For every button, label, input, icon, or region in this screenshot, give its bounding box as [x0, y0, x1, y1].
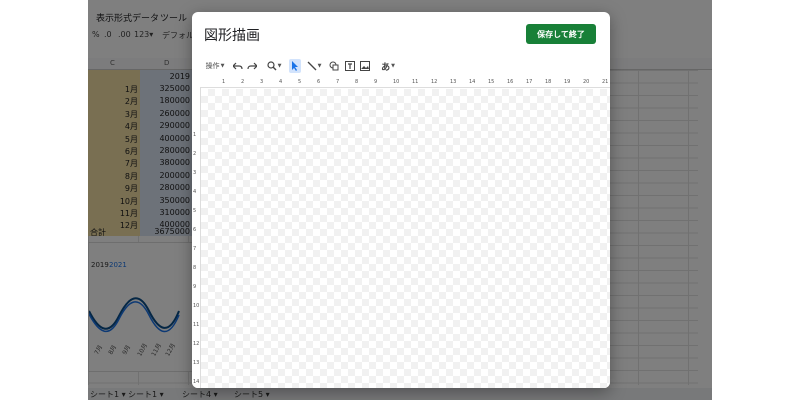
ruler-number: 13 — [450, 79, 457, 85]
shape-icon — [329, 61, 339, 71]
image-icon — [360, 61, 370, 71]
wordart-button[interactable]: あ ▼ — [378, 59, 398, 73]
ruler-number: 6 — [317, 79, 321, 85]
redo-button[interactable] — [246, 59, 258, 73]
screen: 表示形式 データ ツール % .0 .00 123▾ デフォルト C D 201… — [0, 0, 800, 400]
zoom-button[interactable]: ▼ — [266, 59, 282, 73]
ruler-number: 1 — [222, 79, 226, 85]
ruler-number: 12 — [431, 79, 438, 85]
ruler-number: 15 — [488, 79, 495, 85]
ruler-number: 3 — [193, 170, 197, 176]
drawing-toolbar: 操作 ▼ ▼ ▼ あ ▼ — [192, 57, 610, 75]
line-icon — [307, 61, 317, 71]
dialog-title: 図形描画 — [204, 28, 260, 44]
save-and-close-button[interactable]: 保存して終了 — [526, 24, 596, 44]
ruler-number: 7 — [193, 246, 197, 252]
vertical-ruler: 123456789101112131415 — [192, 88, 201, 388]
ruler-number: 14 — [469, 79, 476, 85]
ruler-number: 8 — [355, 79, 359, 85]
line-tool-button[interactable]: ▼ — [304, 59, 324, 73]
drawing-canvas[interactable] — [201, 89, 610, 388]
ruler-number: 10 — [393, 79, 400, 85]
ruler-number: 4 — [279, 79, 283, 85]
ruler-number: 4 — [193, 189, 197, 195]
select-tool-button[interactable] — [289, 59, 301, 73]
ruler-number: 18 — [545, 79, 552, 85]
ruler-number: 16 — [507, 79, 514, 85]
ruler-number: 21 — [602, 79, 609, 85]
image-tool-button[interactable] — [359, 59, 371, 73]
ruler-number: 12 — [193, 341, 200, 347]
ruler-number: 17 — [526, 79, 533, 85]
zoom-icon — [266, 61, 277, 71]
ruler-number: 13 — [193, 360, 200, 366]
chevron-down-icon: ▼ — [277, 63, 282, 69]
chevron-down-icon: ▼ — [220, 63, 225, 69]
chevron-down-icon: ▼ — [391, 63, 395, 69]
drawing-dialog: 図形描画 保存して終了 操作 ▼ ▼ ▼ あ ▼ 1 2 3 4 5 6 7 8… — [192, 12, 610, 388]
ruler-number: 10 — [193, 303, 200, 309]
chevron-down-icon: ▼ — [317, 63, 322, 69]
actions-label: 操作 — [205, 62, 220, 70]
ruler-number: 6 — [193, 227, 197, 233]
ruler-number: 2 — [193, 151, 197, 157]
ruler-number: 5 — [193, 208, 197, 214]
ruler-number: 8 — [193, 265, 197, 271]
ruler-number: 9 — [193, 284, 197, 290]
select-arrow-icon — [292, 61, 298, 71]
ruler-number: 19 — [564, 79, 571, 85]
ruler-number: 2 — [241, 79, 245, 85]
ruler-number: 11 — [412, 79, 419, 85]
undo-icon — [233, 62, 243, 70]
textbox-tool-button[interactable] — [344, 59, 356, 73]
ruler-number: 9 — [374, 79, 378, 85]
shape-tool-button[interactable] — [328, 59, 340, 73]
redo-icon — [247, 62, 257, 70]
actions-menu[interactable]: 操作 ▼ — [204, 59, 226, 73]
textbox-icon — [345, 61, 355, 71]
ruler-number: 3 — [260, 79, 264, 85]
horizontal-ruler: 1 2 3 4 5 6 7 8 9 10 11 12 13 14 15 16 17 18 19 20 21 — [200, 76, 610, 88]
ruler-number: 20 — [583, 79, 590, 85]
ruler-number: 11 — [193, 322, 200, 328]
ruler-number: 14 — [193, 379, 200, 385]
ruler-number: 7 — [336, 79, 340, 85]
ruler-number: 5 — [298, 79, 302, 85]
ruler-number: 1 — [193, 132, 197, 138]
wordart-label: あ — [381, 62, 391, 73]
undo-button[interactable] — [232, 59, 244, 73]
